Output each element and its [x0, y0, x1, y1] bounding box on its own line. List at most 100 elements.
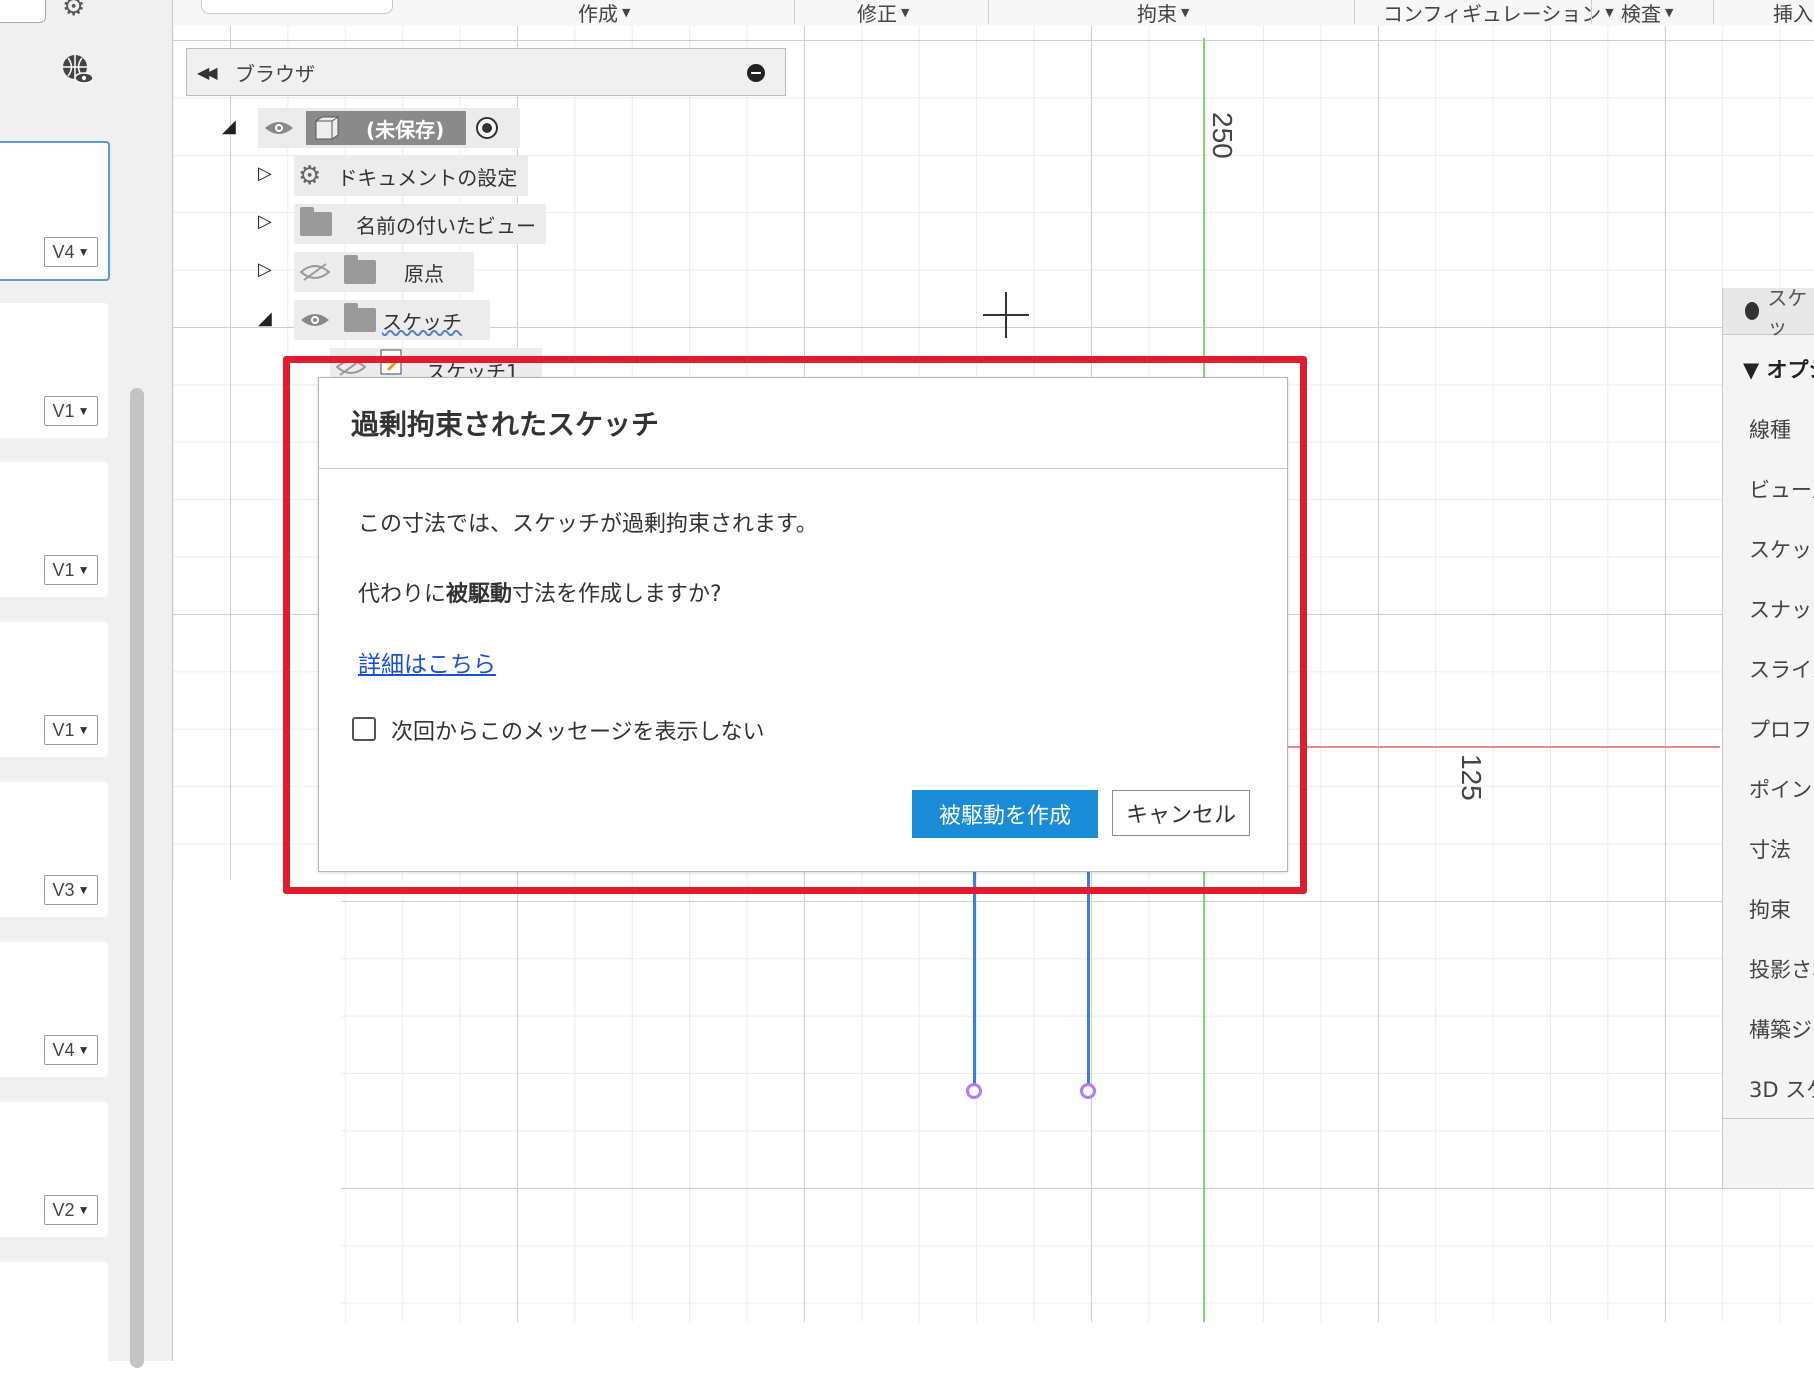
chevron-down-icon: ▼ [77, 1203, 90, 1217]
overconstrained-dialog: 過剰拘束されたスケッチ この寸法では、スケッチが過剰拘束されます。 代わりに被駆… [318, 377, 1288, 872]
menu-modify[interactable]: 修正 ▼ [857, 0, 910, 26]
design-thumbnail[interactable]: V1 ▼ [0, 462, 108, 597]
tree-item-sketches[interactable]: スケッチ [294, 300, 490, 340]
palette-item[interactable]: 3D スケ [1749, 1074, 1814, 1104]
data-panel: ⚙ V4 ▼ V1 ▼ V1 ▼ V1 ▼ V3 ▼ V4 ▼ V2 ▼ [0, 0, 173, 1397]
sketch-point[interactable] [1080, 1083, 1096, 1099]
gear-icon[interactable]: ⚙ [62, 0, 85, 22]
sketch-point[interactable] [966, 1083, 982, 1099]
tree-item-label: スケッチ [382, 309, 462, 334]
design-thumbnail[interactable]: V3 ▼ [0, 782, 108, 917]
chevron-down-icon: ▼ [77, 883, 90, 897]
collapse-triangle-icon[interactable]: ◢ [222, 116, 236, 137]
version-dropdown[interactable]: V4 ▼ [44, 237, 98, 267]
checkbox-label: 次回からこのメッセージを表示しない [391, 720, 765, 745]
version-dropdown[interactable]: V1 ▼ [44, 555, 98, 585]
chevron-down-icon: ▼ [1605, 5, 1614, 19]
collapse-browser-icon[interactable]: ◀◀ [197, 63, 235, 82]
palette-item[interactable]: 線種 [1749, 414, 1791, 444]
eye-icon[interactable] [300, 311, 330, 329]
eye-icon[interactable] [264, 119, 294, 137]
toolbar-field[interactable] [201, 0, 393, 14]
divider [988, 0, 989, 24]
minimize-icon[interactable] [1745, 302, 1760, 320]
divider [1354, 0, 1355, 24]
divider [1723, 1118, 1814, 1119]
tree-item-named-views[interactable]: 名前の付いたビュー [294, 204, 546, 244]
dialog-message: この寸法では、スケッチが過剰拘束されます。 [358, 512, 818, 537]
version-dropdown[interactable]: V2 ▼ [44, 1195, 98, 1225]
dont-show-again-checkbox[interactable] [352, 717, 376, 741]
collapse-triangle-icon[interactable]: ◢ [258, 308, 272, 329]
palette-item[interactable]: プロファ [1749, 714, 1814, 744]
palette-item[interactable]: スケッチ [1749, 534, 1814, 564]
design-thumbnail[interactable]: V4 ▼ [0, 141, 110, 281]
document-label-bg: (未保存) [306, 111, 466, 145]
component-icon [315, 116, 339, 140]
palette-item[interactable]: 投影され [1749, 954, 1814, 984]
version-dropdown[interactable]: V1 ▼ [44, 715, 98, 745]
sketch-line[interactable] [1087, 868, 1090, 1090]
palette-item[interactable]: スライス [1749, 654, 1814, 684]
learn-more-link[interactable]: 詳細はこちら [358, 645, 496, 679]
palette-item[interactable]: 拘束 [1749, 894, 1791, 924]
cancel-button[interactable]: キャンセル [1112, 790, 1250, 836]
version-dropdown[interactable]: V4 ▼ [44, 1035, 98, 1065]
design-thumbnail[interactable]: V4 ▼ [0, 942, 108, 1077]
minimize-icon[interactable] [747, 64, 765, 82]
chevron-down-icon: ▼ [1665, 5, 1674, 19]
palette-header: スケッ [1723, 286, 1814, 339]
expand-triangle-icon[interactable]: ▷ [258, 163, 272, 184]
sketch-line[interactable] [973, 868, 976, 1090]
globe-eye-icon[interactable] [60, 52, 94, 86]
chevron-down-icon: ▼ [77, 563, 90, 577]
menu-create[interactable]: 作成 ▼ [578, 0, 631, 26]
folder-icon [344, 303, 376, 332]
collapse-triangle-icon: ▼ [1743, 358, 1767, 382]
axis-label-125: 125 [1456, 754, 1487, 801]
crosshair-cursor [1005, 292, 1007, 338]
menu-insert[interactable]: 挿入 [1773, 0, 1813, 26]
chevron-down-icon: ▼ [77, 245, 90, 259]
divider [1713, 0, 1714, 24]
chevron-down-icon: ▼ [901, 5, 910, 19]
tree-item-root[interactable]: (未保存) [258, 108, 520, 148]
version-dropdown[interactable]: V3 ▼ [44, 875, 98, 905]
palette-item[interactable]: 寸法 [1749, 834, 1791, 864]
version-dropdown[interactable]: V1 ▼ [44, 396, 98, 426]
active-radio-icon[interactable] [476, 117, 498, 139]
panel-top-button[interactable] [0, 0, 46, 23]
menu-inspect[interactable]: 検査 ▼ [1621, 0, 1674, 26]
design-thumbnail[interactable] [0, 1262, 108, 1397]
palette-item[interactable]: ビュー正 [1749, 474, 1814, 504]
chevron-down-icon: ▼ [622, 5, 631, 19]
design-thumbnail[interactable]: V1 ▼ [0, 303, 108, 438]
design-thumbnail[interactable]: V2 ▼ [0, 1102, 108, 1237]
menu-configuration[interactable]: コンフィギュレーション ▼ [1383, 0, 1614, 26]
question-bold: 被駆動 [446, 582, 513, 607]
divider [794, 0, 795, 24]
chevron-down-icon: ▼ [77, 1043, 90, 1057]
dialog-question: 代わりに被駆動寸法を作成しますか? [358, 576, 722, 608]
canvas-margin [173, 1322, 1814, 1361]
toolbar: 作成 ▼ 修正 ▼ 拘束 ▼ コンフィギュレーション ▼ 検査 ▼ 挿入 [173, 0, 1814, 27]
expand-triangle-icon[interactable]: ▷ [258, 211, 272, 232]
eye-hidden-icon[interactable] [300, 263, 330, 281]
design-thumbnail[interactable]: V1 ▼ [0, 622, 108, 757]
palette-section[interactable]: ▼ オプシ [1743, 354, 1814, 384]
folder-icon [300, 207, 332, 236]
menu-constrain[interactable]: 拘束 ▼ [1137, 0, 1189, 26]
question-text: 寸法を作成しますか? [512, 582, 722, 607]
dialog-title: 過剰拘束されたスケッチ [319, 378, 1287, 469]
expand-triangle-icon[interactable]: ▷ [258, 259, 272, 280]
tree-item-document-settings[interactable]: ⚙ ドキュメントの設定 [294, 156, 528, 196]
palette-item[interactable]: ポイント [1749, 774, 1814, 804]
palette-item[interactable]: 構築ジ [1749, 1014, 1812, 1044]
create-driven-button[interactable]: 被駆動を作成 [912, 790, 1098, 838]
browser-header: ◀◀ ブラウザ [186, 48, 786, 96]
scrollbar[interactable] [130, 388, 144, 1368]
axis-label-250: 250 [1207, 112, 1238, 159]
tree-item-origin[interactable]: 原点 [294, 252, 474, 292]
palette-item[interactable]: スナップ [1749, 594, 1814, 624]
tree-item-label: 原点 [404, 261, 444, 286]
